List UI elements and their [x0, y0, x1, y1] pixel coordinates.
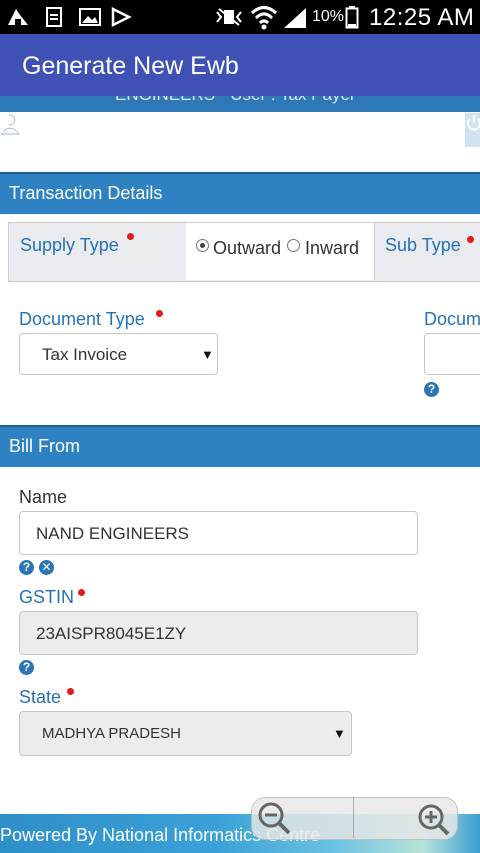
logout-power-icon[interactable]	[465, 113, 480, 147]
app-notification-icon	[8, 9, 28, 25]
radio-outward-label[interactable]: Outward	[213, 238, 281, 259]
help-icon[interactable]: ?	[19, 660, 34, 675]
chevron-down-icon: ▼	[201, 347, 214, 362]
section-title-bill-from: Bill From	[9, 436, 80, 456]
help-icon[interactable]: ?	[424, 382, 439, 397]
state-value: MADHYA PRADESH	[42, 725, 181, 742]
radio-inward[interactable]	[287, 239, 300, 252]
battery-percent: 10%	[312, 8, 345, 25]
clear-icon[interactable]: ✕	[39, 560, 54, 575]
name-input[interactable]: NAND ENGINEERS	[19, 511, 418, 555]
play-store-icon	[111, 7, 132, 27]
zoom-out-icon[interactable]	[256, 800, 292, 836]
document-no-input[interactable]	[424, 333, 480, 375]
web-header: ENGINEERS - User : Tax Payer	[0, 96, 480, 112]
sub-type-label: Sub Type	[385, 235, 461, 255]
gstin-label: GSTIN	[19, 587, 75, 607]
status-clock: 12:25 AM	[369, 4, 475, 31]
chevron-down-icon: ▼	[333, 726, 346, 741]
zoom-in-icon[interactable]	[414, 800, 450, 836]
image-icon	[79, 8, 101, 26]
required-marker	[467, 236, 474, 243]
gstin-input[interactable]: 23AISPR8045E1ZY	[19, 611, 418, 655]
help-icon[interactable]: ?	[19, 560, 34, 575]
supply-type-label: Supply Type	[20, 235, 119, 255]
required-marker	[67, 688, 74, 695]
zoom-divider	[353, 797, 354, 838]
name-value: NAND ENGINEERS	[36, 524, 190, 543]
gstin-value: 23AISPR8045E1ZY	[36, 624, 187, 643]
radio-outward[interactable]	[196, 239, 209, 252]
app-title: Generate New Ewb	[22, 52, 239, 80]
document-type-select[interactable]: Tax Invoice ▼	[19, 333, 218, 375]
state-select[interactable]: MADHYA PRADESH ▼	[19, 711, 352, 756]
document-type-label: Document Type	[19, 309, 145, 329]
user-info-text: ENGINEERS - User : Tax Payer	[115, 96, 356, 105]
user-icon[interactable]	[0, 114, 20, 136]
document-type-value: Tax Invoice	[42, 345, 128, 364]
name-label: Name	[19, 487, 68, 507]
state-label: State	[19, 687, 62, 707]
radio-inward-label[interactable]: Inward	[305, 238, 359, 259]
wifi-icon	[250, 6, 278, 30]
required-marker	[156, 310, 163, 317]
row-divider	[374, 223, 375, 280]
section-title-transaction: Transaction Details	[9, 183, 163, 203]
battery-icon	[345, 6, 359, 29]
signal-icon	[284, 8, 306, 28]
required-marker	[127, 233, 134, 240]
vibrate-mute-icon	[216, 8, 242, 26]
document-no-label: Docum	[424, 309, 480, 329]
sim-card-icon	[46, 7, 62, 27]
required-marker	[78, 589, 85, 596]
status-bar: 10% 12:25 AM	[0, 0, 480, 34]
